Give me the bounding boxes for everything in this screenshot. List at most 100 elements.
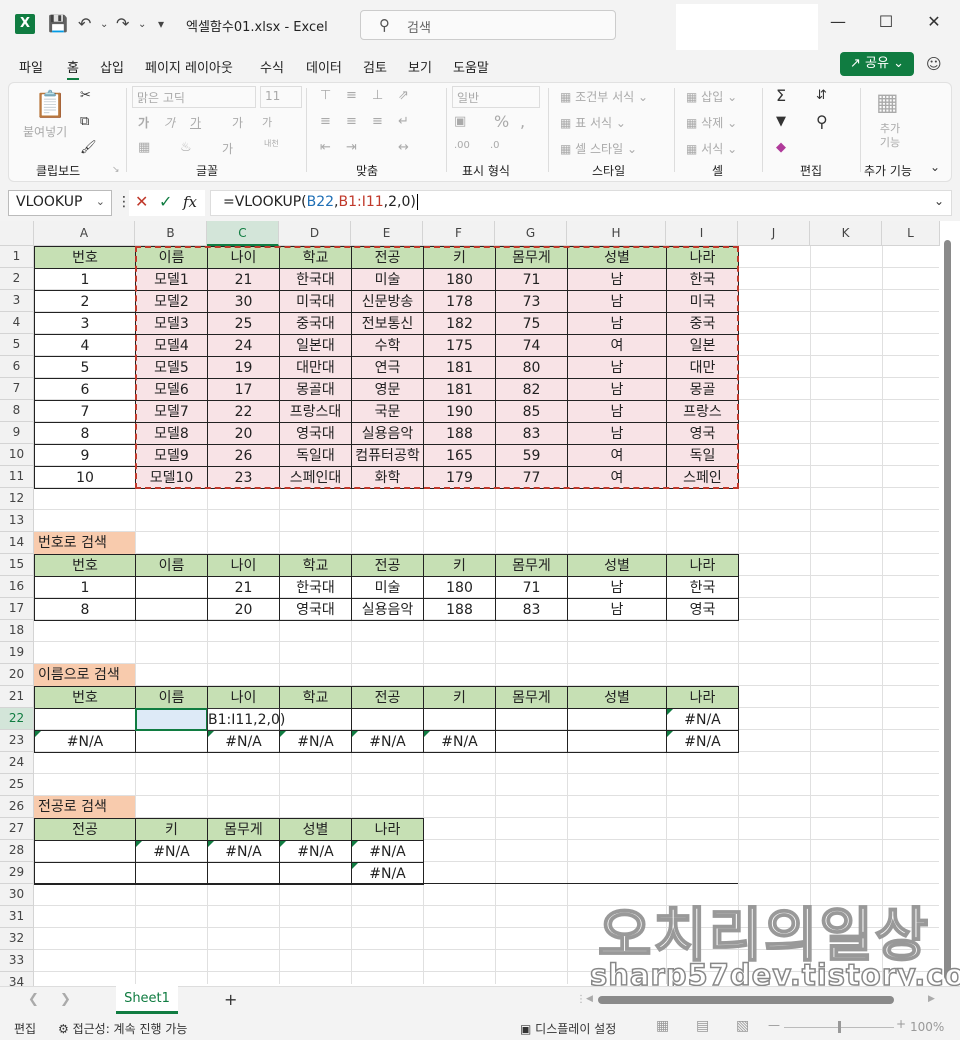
- align-left-icon[interactable]: ≡: [320, 114, 331, 129]
- table-cell[interactable]: 영국: [666, 598, 739, 621]
- add-sheet-icon[interactable]: +: [224, 990, 237, 1009]
- header-cell[interactable]: 성별: [567, 246, 667, 269]
- column-header-c[interactable]: C: [207, 221, 279, 246]
- table-cell[interactable]: 모델9: [135, 444, 208, 467]
- table-cell[interactable]: 모델10: [135, 466, 208, 489]
- row-header-9[interactable]: 9: [0, 422, 34, 444]
- menu-help[interactable]: 도움말: [453, 57, 489, 76]
- table-cell[interactable]: 73: [495, 290, 568, 313]
- error-indicator-icon[interactable]: [352, 863, 358, 869]
- table-cell[interactable]: 전보통신: [351, 312, 424, 335]
- phonetic-button[interactable]: 내천: [264, 138, 279, 149]
- table-cell[interactable]: [34, 840, 136, 863]
- header-cell[interactable]: 키: [423, 686, 496, 709]
- table-cell[interactable]: 미국: [666, 290, 739, 313]
- menu-insert[interactable]: 삽입: [100, 57, 124, 76]
- table-cell[interactable]: 6: [34, 378, 136, 401]
- table-cell[interactable]: 영국대: [279, 598, 352, 621]
- menu-file[interactable]: 파일: [19, 57, 43, 76]
- row-header-24[interactable]: 24: [0, 752, 34, 774]
- row-header-7[interactable]: 7: [0, 378, 34, 400]
- table-cell[interactable]: 남: [567, 598, 667, 621]
- table-cell[interactable]: 영국: [666, 422, 739, 445]
- table-cell[interactable]: 83: [495, 598, 568, 621]
- redo-icon[interactable]: ↷: [116, 14, 129, 33]
- table-cell[interactable]: 프랑스: [666, 400, 739, 423]
- table-cell[interactable]: 한국: [666, 576, 739, 599]
- grow-font-button[interactable]: 가: [232, 114, 243, 131]
- table-cell[interactable]: 대만대: [279, 356, 352, 379]
- table-cell[interactable]: #N/A: [666, 730, 739, 753]
- scroll-left-icon[interactable]: ◀: [586, 994, 593, 1004]
- name-box[interactable]: VLOOKUP ⌄: [8, 190, 112, 216]
- column-header-g[interactable]: G: [495, 221, 567, 246]
- table-cell[interactable]: 미술: [351, 268, 424, 291]
- bold-button[interactable]: 가: [138, 114, 149, 131]
- table-cell[interactable]: 일본: [666, 334, 739, 357]
- table-cell[interactable]: 스페인: [666, 466, 739, 489]
- table-cell[interactable]: 여: [567, 334, 667, 357]
- table-cell[interactable]: 모델2: [135, 290, 208, 313]
- formula-input[interactable]: =VLOOKUP(B22,B1:I11,2,0): [210, 190, 952, 216]
- cancel-icon[interactable]: ✕: [135, 192, 148, 211]
- table-cell[interactable]: [567, 730, 667, 753]
- table-cell[interactable]: 71: [495, 268, 568, 291]
- feedback-icon[interactable]: ☺: [926, 55, 942, 73]
- table-cell[interactable]: 181: [423, 378, 496, 401]
- table-cell[interactable]: 26: [207, 444, 280, 467]
- save-icon[interactable]: 💾: [48, 14, 68, 33]
- table-cell[interactable]: [135, 730, 208, 753]
- display-settings[interactable]: ▣ 디스플레이 설정: [520, 1020, 616, 1037]
- menu-view[interactable]: 보기: [408, 57, 432, 76]
- header-cell[interactable]: 번호: [34, 686, 136, 709]
- table-cell[interactable]: 30: [207, 290, 280, 313]
- table-cell[interactable]: 중국대: [279, 312, 352, 335]
- accessibility-status[interactable]: ⚙ 접근성: 계속 진행 가능: [58, 1020, 187, 1037]
- clipboard-launcher-icon[interactable]: ↘: [112, 165, 120, 175]
- wrap-text-icon[interactable]: ↵: [398, 114, 409, 129]
- normal-view-icon[interactable]: ▦: [656, 1018, 669, 1034]
- table-cell[interactable]: [567, 708, 667, 731]
- table-cell[interactable]: 모델1: [135, 268, 208, 291]
- table-cell[interactable]: 한국대: [279, 268, 352, 291]
- align-center-icon[interactable]: ≡: [346, 114, 357, 129]
- row-header-27[interactable]: 27: [0, 818, 34, 840]
- row-header-28[interactable]: 28: [0, 840, 34, 862]
- table-cell[interactable]: 178: [423, 290, 496, 313]
- row-header-14[interactable]: 14: [0, 532, 34, 554]
- error-indicator-icon[interactable]: [208, 731, 214, 737]
- column-header-f[interactable]: F: [423, 221, 495, 246]
- merge-center-icon[interactable]: ↔: [398, 140, 409, 155]
- table-cell[interactable]: #N/A: [351, 840, 424, 863]
- table-cell[interactable]: 컴퓨터공학: [351, 444, 424, 467]
- table-cell[interactable]: 모델6: [135, 378, 208, 401]
- table-cell[interactable]: 83: [495, 422, 568, 445]
- table-cell[interactable]: 7: [34, 400, 136, 423]
- maximize-icon[interactable]: ☐: [866, 12, 906, 31]
- table-cell[interactable]: 1: [34, 576, 136, 599]
- header-cell[interactable]: 번호: [34, 246, 136, 269]
- table-cell[interactable]: 188: [423, 598, 496, 621]
- table-cell[interactable]: 남: [567, 400, 667, 423]
- row-header-8[interactable]: 8: [0, 400, 34, 422]
- table-cell[interactable]: 스페인대: [279, 466, 352, 489]
- table-cell[interactable]: 19: [207, 356, 280, 379]
- menu-data[interactable]: 데이터: [306, 57, 342, 76]
- scroll-right-icon[interactable]: ▶: [928, 994, 935, 1004]
- horizontal-scrollbar[interactable]: [598, 996, 894, 1004]
- row-header-1[interactable]: 1: [0, 246, 34, 268]
- undo-dropdown-icon[interactable]: ⌄: [100, 19, 108, 30]
- row-header-18[interactable]: 18: [0, 620, 34, 642]
- underline-button[interactable]: 가: [190, 114, 201, 131]
- table-cell[interactable]: 1: [34, 268, 136, 291]
- row-header-25[interactable]: 25: [0, 774, 34, 796]
- header-cell[interactable]: 전공: [351, 686, 424, 709]
- insert-cells-button[interactable]: ▦ 삽입 ⌄: [686, 88, 737, 105]
- enter-icon[interactable]: ✓: [159, 192, 172, 211]
- table-cell[interactable]: 프랑스대: [279, 400, 352, 423]
- table-cell[interactable]: 화학: [351, 466, 424, 489]
- table-cell[interactable]: 남: [567, 576, 667, 599]
- row-header-12[interactable]: 12: [0, 488, 34, 510]
- error-indicator-icon[interactable]: [352, 841, 358, 847]
- zoom-slider-thumb[interactable]: [838, 1021, 841, 1033]
